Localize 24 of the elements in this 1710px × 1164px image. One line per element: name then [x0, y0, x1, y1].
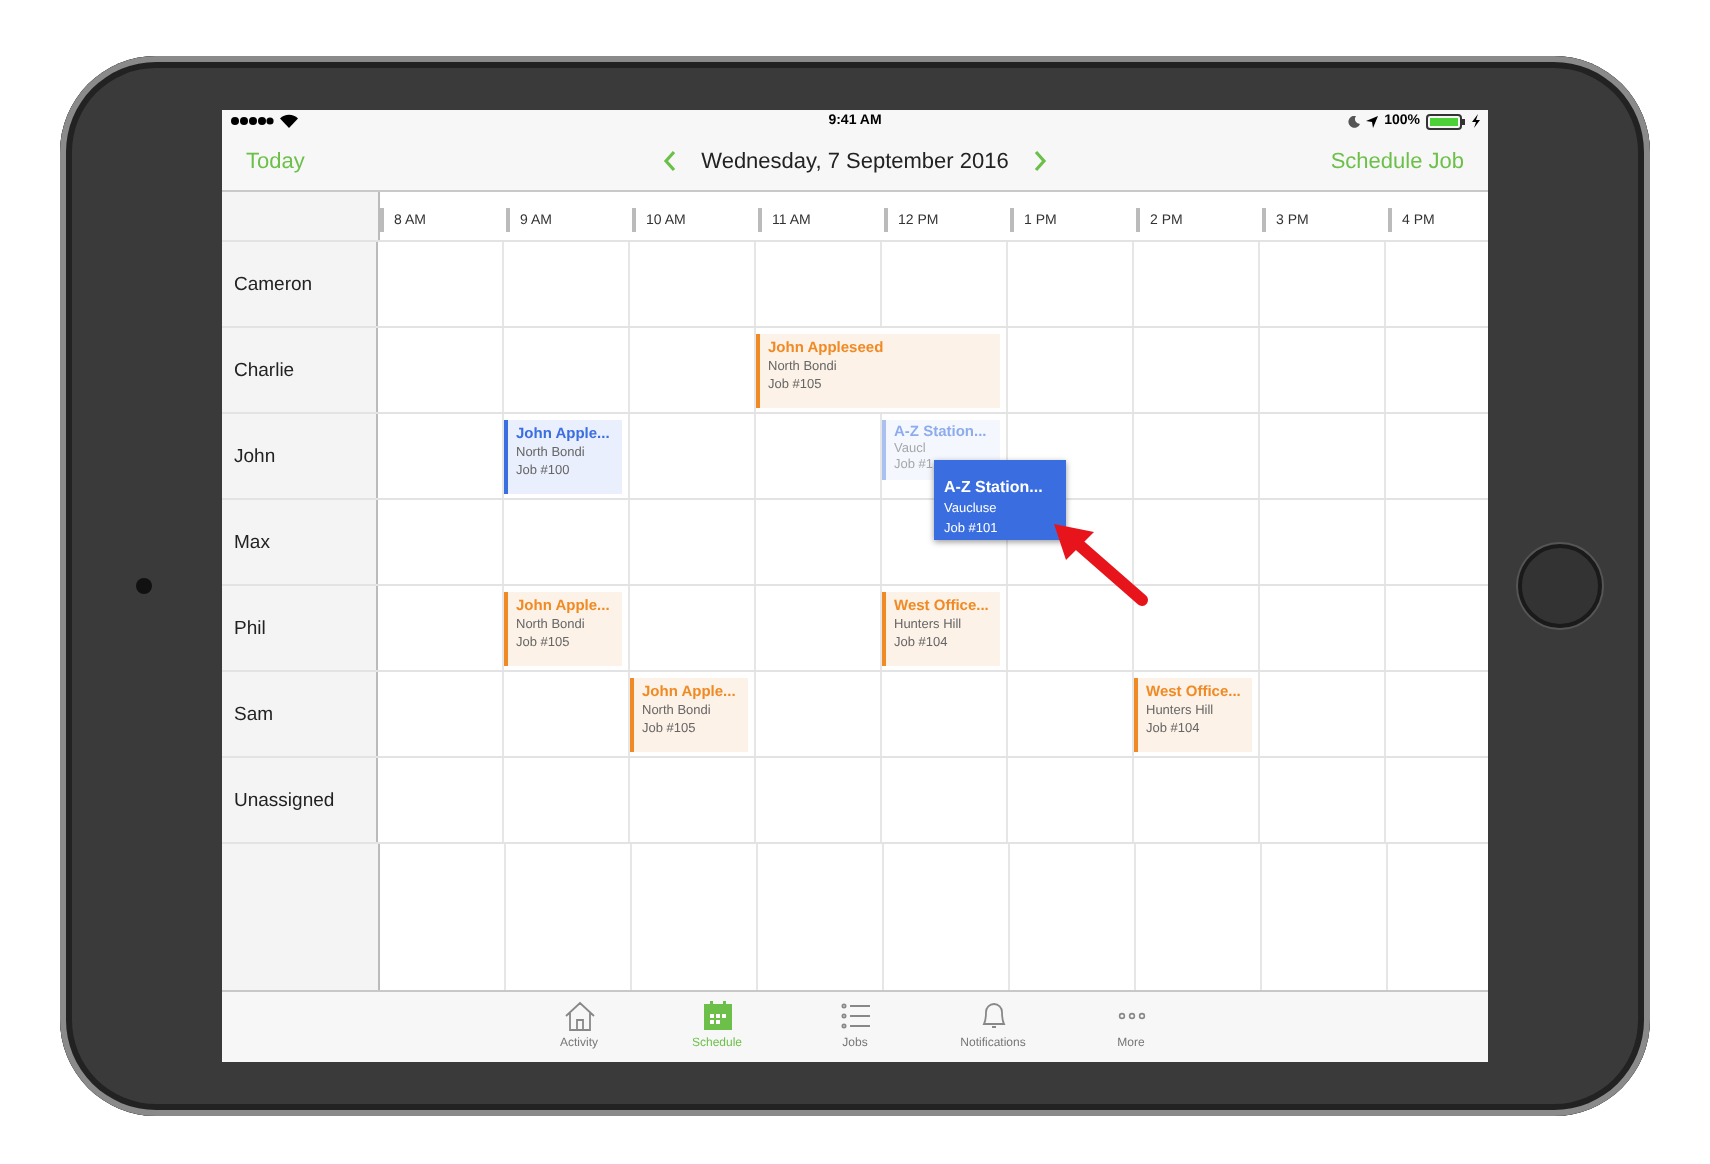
location-arrow-icon: [1366, 115, 1379, 127]
calendar-icon: [699, 998, 735, 1034]
wifi-icon: [280, 114, 298, 128]
charging-icon: [1472, 114, 1480, 128]
pointer-arrow: [1050, 520, 1150, 608]
staff-name: Cameron: [222, 242, 378, 326]
list-icon: [837, 998, 873, 1034]
staff-name: Phil: [222, 586, 378, 670]
signal-icon: [230, 116, 274, 126]
date-title: Wednesday, 7 September 2016: [701, 149, 1009, 173]
moon-icon: [1348, 115, 1361, 127]
house-icon: [561, 998, 597, 1034]
home-button[interactable]: [1518, 544, 1602, 628]
job-title: A-Z Station...: [944, 478, 1045, 496]
staff-name: Max: [222, 500, 378, 584]
staff-name: Unassigned: [222, 758, 378, 842]
staff-name: Charlie: [222, 328, 378, 412]
camera-icon: [136, 578, 152, 594]
chevron-right-icon[interactable]: [1032, 150, 1049, 172]
more-dots-icon: [1117, 1012, 1145, 1020]
staff-name: Sam: [222, 672, 378, 756]
battery-icon: [1426, 113, 1466, 129]
chevron-left-icon[interactable]: [661, 150, 678, 172]
staff-name: John: [222, 414, 378, 498]
